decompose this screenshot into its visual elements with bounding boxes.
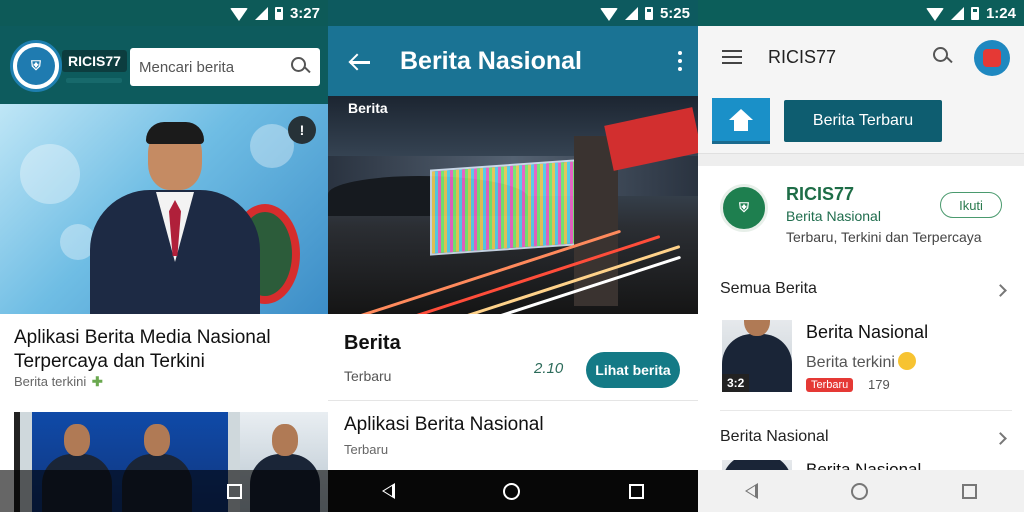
search-input[interactable]: Mencari berita (130, 48, 320, 86)
brand-name: RICIS77 (62, 50, 127, 72)
list-item-subtitle: Terbaru (344, 442, 389, 457)
chevron-right-icon[interactable] (994, 432, 1007, 445)
divider (720, 410, 1012, 411)
news-subtitle: Berita terkini (806, 352, 916, 372)
chevron-right-icon[interactable] (994, 284, 1007, 297)
section-all-news[interactable]: Semua Berita (720, 280, 817, 298)
alert-badge-icon[interactable]: ! (288, 116, 316, 144)
channel-description: Terbaru, Terkini dan Terpercaya (786, 229, 982, 245)
signal-icon (254, 6, 268, 20)
more-options-icon[interactable] (678, 51, 682, 71)
view-count: 2.10 (534, 360, 564, 377)
status-time: 3:27 (289, 4, 320, 22)
avatar[interactable] (974, 40, 1010, 76)
back-nav-icon[interactable] (382, 483, 396, 499)
app-bar: RICIS77 (698, 26, 1024, 90)
phone-screen-profile: 1:24 RICIS77 Berita Terbaru ⛨ RICIS77 Be… (698, 0, 1024, 512)
page-title: Berita Nasional (400, 47, 583, 75)
system-nav-bar (328, 470, 698, 512)
hero-image[interactable]: ! (0, 104, 328, 314)
search-icon[interactable] (932, 46, 954, 68)
news-thumbnail[interactable]: 3:2 (722, 320, 792, 392)
wifi-icon (925, 7, 944, 21)
presenter-figure (90, 122, 260, 314)
home-icon (729, 108, 753, 131)
emblem-icon: ⛨ (725, 189, 763, 227)
battery-icon (644, 6, 653, 20)
view-count: 179 (868, 377, 890, 392)
channel-logo[interactable]: ⛨ (720, 184, 768, 232)
tab-home[interactable] (712, 98, 770, 144)
tab-bar: Berita Terbaru (698, 90, 1024, 154)
hero-image[interactable]: Berita (328, 96, 698, 314)
brand-underline (66, 78, 122, 83)
news-title[interactable]: Berita Nasional (806, 322, 928, 343)
thumbnail-duration: 3:2 (722, 374, 750, 392)
phone-screen-article: 5:25 Berita Nasional Berita Berita Terba… (328, 0, 698, 512)
illuminated-building (430, 158, 590, 256)
status-time: 1:24 (985, 4, 1016, 22)
app-title: RICIS77 (768, 47, 837, 67)
view-news-button[interactable]: Lihat berita (586, 352, 680, 388)
status-badge: Terbaru (806, 378, 854, 392)
list-item-title[interactable]: Aplikasi Berita Nasional (344, 414, 544, 436)
status-bar: 1:24 (698, 0, 1024, 26)
status-bar: 3:27 (0, 0, 328, 26)
recent-apps-icon[interactable] (227, 483, 242, 499)
follow-button[interactable]: Ikuti (940, 192, 1002, 218)
app-header: ⛨ RICIS77 Mencari berita (0, 26, 328, 104)
smile-emoji-icon (897, 352, 916, 370)
section-subtitle: Terbaru (344, 368, 392, 384)
back-nav-icon[interactable] (744, 483, 758, 499)
wifi-icon (599, 7, 618, 21)
signal-icon (950, 6, 964, 20)
battery-icon (970, 6, 979, 20)
search-icon[interactable] (290, 56, 312, 78)
home-nav-icon[interactable] (851, 482, 869, 500)
battery-icon (274, 6, 283, 20)
status-bar: 5:25 (328, 0, 698, 26)
plus-icon[interactable]: ✚ (92, 374, 103, 389)
search-placeholder: Mencari berita (139, 58, 235, 76)
article-meta-text: Berita terkini (14, 374, 87, 389)
channel-name[interactable]: RICIS77 (786, 184, 854, 205)
tab-latest-news[interactable]: Berita Terbaru (784, 100, 942, 142)
status-time: 5:25 (659, 4, 690, 22)
article-title[interactable]: Aplikasi Berita Media Nasional Terpercay… (14, 326, 314, 374)
recent-apps-icon[interactable] (962, 483, 978, 499)
system-nav-bar (0, 470, 328, 512)
divider (328, 400, 698, 401)
back-arrow-icon[interactable] (348, 52, 370, 72)
menu-icon[interactable] (722, 50, 742, 64)
app-logo[interactable]: ⛨ (10, 40, 62, 92)
channel-category: Berita Nasional (786, 208, 881, 224)
wifi-icon (229, 7, 248, 21)
app-bar: Berita Nasional (328, 26, 698, 96)
signal-icon (624, 6, 638, 20)
phone-screen-home: 3:27 ⛨ RICIS77 Mencari berita ! Aplikasi… (0, 0, 328, 512)
recent-apps-icon[interactable] (628, 483, 644, 499)
section-national-news[interactable]: Berita Nasional (720, 428, 829, 446)
news-subtitle-text: Berita terkini (806, 354, 895, 371)
hero-label: Berita (348, 100, 388, 116)
home-nav-icon[interactable] (503, 482, 521, 500)
section-title: Berita (344, 332, 401, 354)
article-meta: Berita terkini ✚ (14, 374, 103, 390)
system-nav-bar (698, 470, 1024, 512)
emblem-icon: ⛨ (17, 47, 55, 85)
